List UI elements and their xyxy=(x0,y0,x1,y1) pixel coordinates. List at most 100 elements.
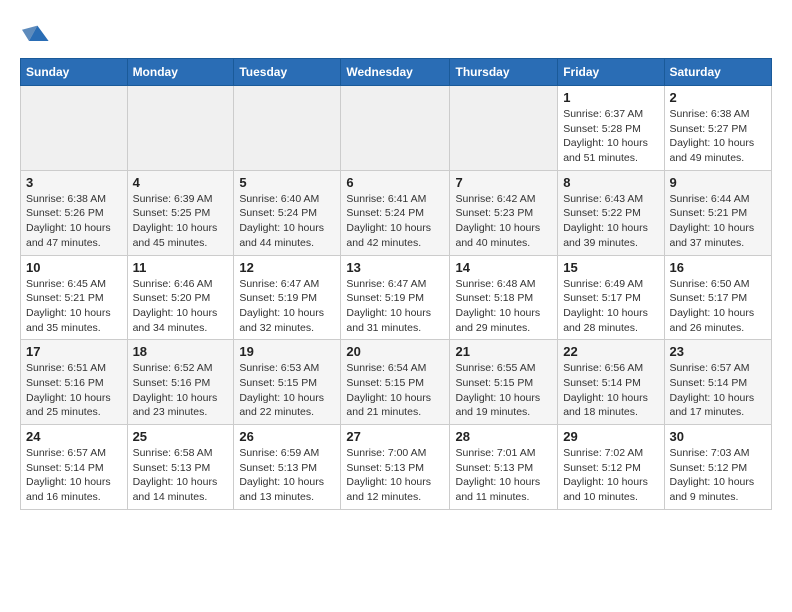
day-info-line: Sunset: 5:25 PM xyxy=(133,206,229,221)
calendar-cell xyxy=(21,86,128,171)
calendar-cell xyxy=(234,86,341,171)
calendar-cell: 18 Sunrise: 6:52 AMSunset: 5:16 PMDayligh… xyxy=(127,340,234,425)
calendar-cell: 6Sunrise: 6:41 AMSunset: 5:24 PMDaylight… xyxy=(341,170,450,255)
day-info-line: Sunset: 5:15 PM xyxy=(239,376,335,391)
calendar-cell: 27Sunrise: 7:00 AMSunset: 5:13 PMDayligh… xyxy=(341,425,450,510)
day-info: Sunrise: 6:59 AMSunset: 5:13 PMDaylight:… xyxy=(239,446,335,505)
calendar-cell: 7Sunrise: 6:42 AMSunset: 5:23 PMDaylight… xyxy=(450,170,558,255)
calendar-cell xyxy=(341,86,450,171)
day-info-line: Sunset: 5:12 PM xyxy=(563,461,658,476)
day-number: 3 xyxy=(26,175,122,190)
day-info: Sunrise: 6:46 AMSunset: 5:20 PMDaylight:… xyxy=(133,277,229,336)
calendar-cell: 1Sunrise: 6:37 AMSunset: 5:28 PMDaylight… xyxy=(558,86,664,171)
calendar-cell: 24Sunrise: 6:57 AMSunset: 5:14 PMDayligh… xyxy=(21,425,128,510)
day-info: Sunrise: 6:44 AMSunset: 5:21 PMDaylight:… xyxy=(670,192,767,251)
day-info: Sunrise: 7:03 AMSunset: 5:12 PMDaylight:… xyxy=(670,446,767,505)
day-info: Sunrise: 6:57 AMSunset: 5:14 PMDaylight:… xyxy=(26,446,122,505)
day-info-line: Sunset: 5:17 PM xyxy=(670,291,767,306)
day-info-line: Sunset: 5:17 PM xyxy=(563,291,658,306)
day-info-line: Sunrise: 6:38 AM xyxy=(670,107,767,122)
day-info-line: Sunset: 5:13 PM xyxy=(455,461,552,476)
calendar-header-row: SundayMondayTuesdayWednesdayThursdayFrid… xyxy=(21,59,772,86)
day-info-line: Daylight: 10 hours and 31 minutes. xyxy=(346,306,444,335)
calendar-week-1: 1Sunrise: 6:37 AMSunset: 5:28 PMDaylight… xyxy=(21,86,772,171)
day-info-line: Daylight: 10 hours and 17 minutes. xyxy=(670,391,767,420)
calendar-week-5: 24Sunrise: 6:57 AMSunset: 5:14 PMDayligh… xyxy=(21,425,772,510)
day-info-line: Sunrise: 6:50 AM xyxy=(670,277,767,292)
day-info-line: Sunset: 5:16 PM xyxy=(26,376,122,391)
day-number: 18 xyxy=(133,344,229,359)
day-info-line: Daylight: 10 hours and 14 minutes. xyxy=(133,475,229,504)
day-info-line: Sunset: 5:24 PM xyxy=(239,206,335,221)
calendar-table: SundayMondayTuesdayWednesdayThursdayFrid… xyxy=(20,58,772,510)
day-info-line: Daylight: 10 hours and 32 minutes. xyxy=(239,306,335,335)
day-info-line: Sunrise: 6:51 AM xyxy=(26,361,122,376)
calendar-cell: 23Sunrise: 6:57 AMSunset: 5:14 PMDayligh… xyxy=(664,340,772,425)
day-info-line: Sunrise: 6:45 AM xyxy=(26,277,122,292)
day-info-line: Sunset: 5:14 PM xyxy=(26,461,122,476)
calendar-cell: 5Sunrise: 6:40 AMSunset: 5:24 PMDaylight… xyxy=(234,170,341,255)
calendar-cell: 26 Sunrise: 6:59 AMSunset: 5:13 PMDayligh… xyxy=(234,425,341,510)
day-number: 20 xyxy=(346,344,444,359)
day-info-line: Daylight: 10 hours and 23 minutes. xyxy=(133,391,229,420)
day-info-line: Sunrise: 6:52 AM xyxy=(133,361,229,376)
day-info-line: Sunrise: 7:00 AM xyxy=(346,446,444,461)
calendar-cell: 4Sunrise: 6:39 AMSunset: 5:25 PMDaylight… xyxy=(127,170,234,255)
col-header-saturday: Saturday xyxy=(664,59,772,86)
day-info-line: Sunset: 5:16 PM xyxy=(133,376,229,391)
day-info-line: Sunset: 5:12 PM xyxy=(670,461,767,476)
day-info-line: Sunrise: 6:44 AM xyxy=(670,192,767,207)
day-info-line: Sunrise: 6:40 AM xyxy=(239,192,335,207)
day-info-line: Sunrise: 6:41 AM xyxy=(346,192,444,207)
day-info-line: Daylight: 10 hours and 12 minutes. xyxy=(346,475,444,504)
day-info-line: Sunset: 5:13 PM xyxy=(239,461,335,476)
day-info-line: Sunset: 5:14 PM xyxy=(563,376,658,391)
day-info-line: Daylight: 10 hours and 28 minutes. xyxy=(563,306,658,335)
day-number: 2 xyxy=(670,90,767,105)
day-info-line: Daylight: 10 hours and 21 minutes. xyxy=(346,391,444,420)
day-number: 1 xyxy=(563,90,658,105)
day-info-line: Sunset: 5:21 PM xyxy=(670,206,767,221)
day-info-line: Sunset: 5:27 PM xyxy=(670,122,767,137)
day-info-line: Sunset: 5:18 PM xyxy=(455,291,552,306)
day-info-line: Daylight: 10 hours and 11 minutes. xyxy=(455,475,552,504)
day-info-line: Sunset: 5:26 PM xyxy=(26,206,122,221)
day-info-line: Daylight: 10 hours and 16 minutes. xyxy=(26,475,122,504)
day-info-line: Sunset: 5:14 PM xyxy=(670,376,767,391)
day-info: Sunrise: 6:52 AMSunset: 5:16 PMDaylight:… xyxy=(133,361,229,420)
day-number: 13 xyxy=(346,260,444,275)
col-header-tuesday: Tuesday xyxy=(234,59,341,86)
calendar-week-3: 10Sunrise: 6:45 AMSunset: 5:21 PMDayligh… xyxy=(21,255,772,340)
day-info-line: Daylight: 10 hours and 37 minutes. xyxy=(670,221,767,250)
day-info-line: Sunrise: 6:46 AM xyxy=(133,277,229,292)
day-info: Sunrise: 6:42 AMSunset: 5:23 PMDaylight:… xyxy=(455,192,552,251)
calendar-cell: 20Sunrise: 6:54 AMSunset: 5:15 PMDayligh… xyxy=(341,340,450,425)
day-info: Sunrise: 6:51 AMSunset: 5:16 PMDaylight:… xyxy=(26,361,122,420)
day-info: Sunrise: 7:01 AMSunset: 5:13 PMDaylight:… xyxy=(455,446,552,505)
day-info: Sunrise: 6:41 AMSunset: 5:24 PMDaylight:… xyxy=(346,192,444,251)
day-info: Sunrise: 7:02 AMSunset: 5:12 PMDaylight:… xyxy=(563,446,658,505)
day-info: Sunrise: 6:39 AMSunset: 5:25 PMDaylight:… xyxy=(133,192,229,251)
day-info-line: Daylight: 10 hours and 47 minutes. xyxy=(26,221,122,250)
day-info-line: Sunset: 5:13 PM xyxy=(346,461,444,476)
day-number: 22 xyxy=(563,344,658,359)
day-info-line: Daylight: 10 hours and 10 minutes. xyxy=(563,475,658,504)
day-number: 11 xyxy=(133,260,229,275)
day-info-line: Sunrise: 6:38 AM xyxy=(26,192,122,207)
day-number: 9 xyxy=(670,175,767,190)
col-header-monday: Monday xyxy=(127,59,234,86)
day-info-line: Sunset: 5:15 PM xyxy=(346,376,444,391)
day-info-line: Daylight: 10 hours and 35 minutes. xyxy=(26,306,122,335)
calendar-cell xyxy=(127,86,234,171)
day-number: 29 xyxy=(563,429,658,444)
logo-icon xyxy=(22,20,50,48)
day-info-line: Daylight: 10 hours and 19 minutes. xyxy=(455,391,552,420)
day-info-line: Sunrise: 6:57 AM xyxy=(670,361,767,376)
day-info-line: Sunset: 5:28 PM xyxy=(563,122,658,137)
calendar-cell: 25Sunrise: 6:58 AMSunset: 5:13 PMDayligh… xyxy=(127,425,234,510)
day-number: 30 xyxy=(670,429,767,444)
calendar-cell: 28Sunrise: 7:01 AMSunset: 5:13 PMDayligh… xyxy=(450,425,558,510)
calendar-week-2: 3Sunrise: 6:38 AMSunset: 5:26 PMDaylight… xyxy=(21,170,772,255)
day-info-line: Daylight: 10 hours and 29 minutes. xyxy=(455,306,552,335)
day-number: 26 xyxy=(239,429,335,444)
